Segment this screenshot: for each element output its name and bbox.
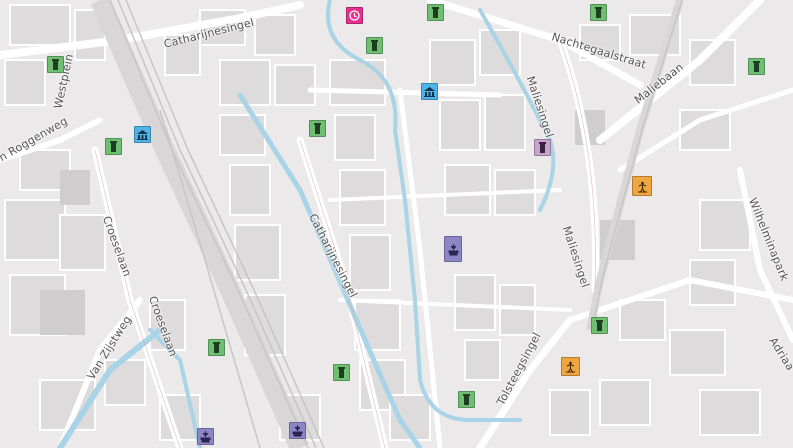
museum-marker[interactable] (458, 391, 475, 408)
museum-icon (432, 7, 439, 18)
clock-icon (349, 10, 360, 21)
museum-icon (213, 342, 220, 353)
fountain-icon (448, 243, 458, 255)
museum-marker[interactable] (309, 120, 326, 137)
fountain-marker[interactable] (289, 422, 306, 439)
museum-icon (753, 61, 760, 72)
museum-icon (371, 40, 378, 51)
museum-icon (314, 123, 321, 134)
museum-marker[interactable] (333, 364, 350, 381)
attraction-marker[interactable] (632, 176, 652, 196)
attraction-icon (637, 181, 647, 192)
museum-icon (110, 141, 117, 152)
museum-marker[interactable] (47, 56, 64, 73)
bank-icon (424, 87, 435, 97)
museum-marker[interactable] (208, 339, 225, 356)
museum-marker[interactable] (105, 138, 122, 155)
fountain-marker[interactable] (197, 428, 214, 445)
fountain-marker[interactable] (444, 236, 462, 262)
museum-marker[interactable] (748, 58, 765, 75)
museum-marker[interactable] (427, 4, 444, 21)
museum-marker[interactable] (534, 139, 551, 156)
museum-icon (338, 367, 345, 378)
clock-marker[interactable] (346, 7, 363, 24)
museum-icon (596, 320, 603, 331)
fountain-icon (292, 425, 303, 437)
bank-marker[interactable] (134, 126, 151, 143)
museum-icon (539, 142, 546, 153)
museum-icon (52, 59, 59, 70)
bank-marker[interactable] (421, 83, 438, 100)
fountain-icon (200, 431, 211, 443)
museum-marker[interactable] (591, 317, 608, 334)
museum-marker[interactable] (366, 37, 383, 54)
museum-icon (463, 394, 470, 405)
museum-icon (595, 7, 602, 18)
museum-marker[interactable] (590, 4, 607, 21)
attraction-icon (566, 361, 575, 373)
map-canvas[interactable]: Catharijnesingel Nachtegaalstraat Malieb… (0, 0, 793, 448)
bank-icon (137, 130, 148, 140)
attraction-marker[interactable] (561, 357, 580, 376)
